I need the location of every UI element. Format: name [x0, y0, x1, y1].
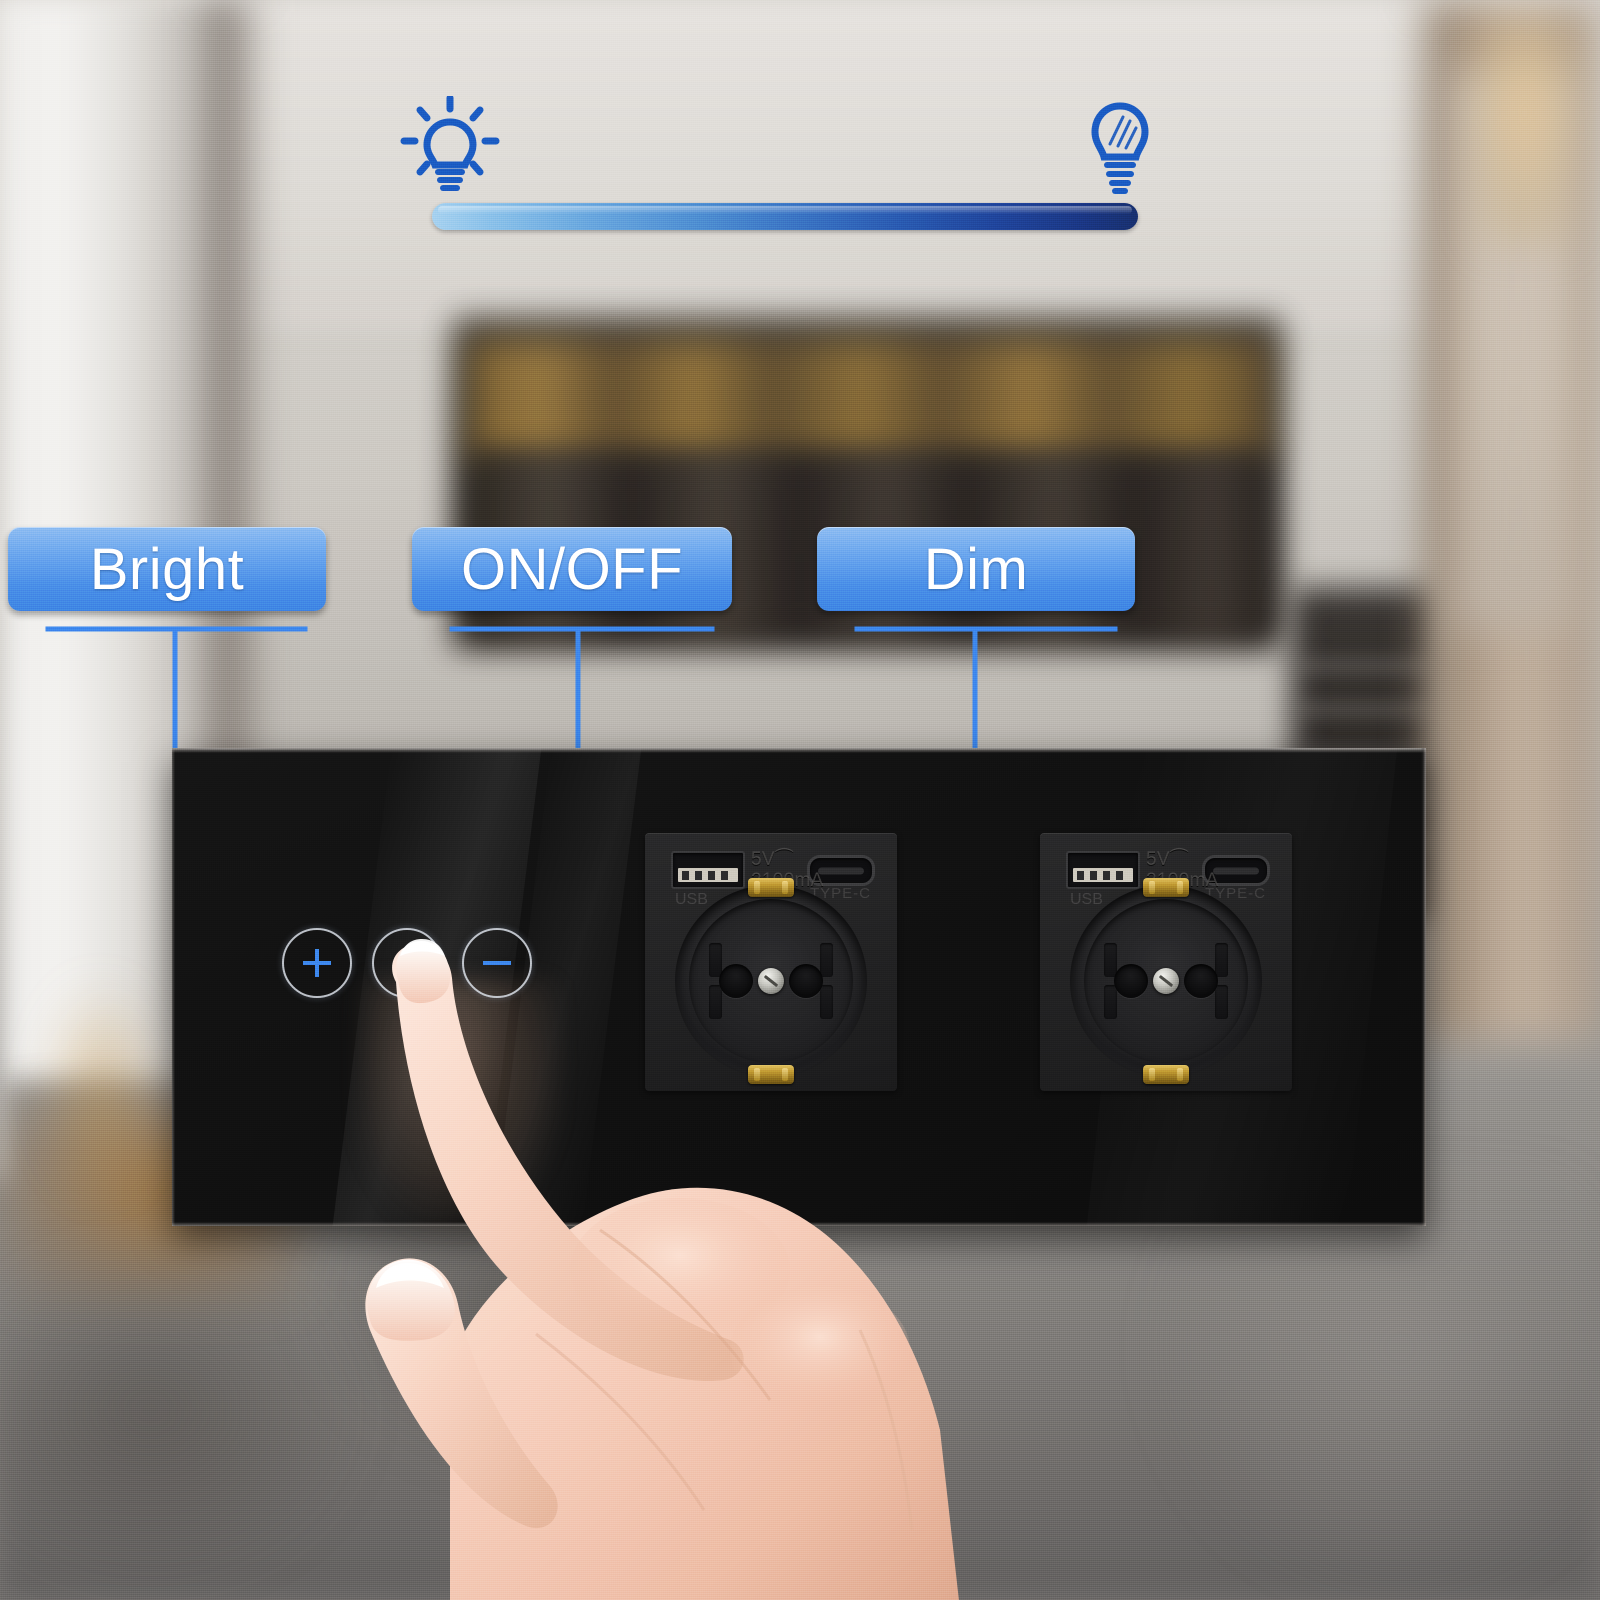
knuckle-highlight-2 [730, 1286, 910, 1414]
brightness-slider-graphic [0, 0, 1600, 260]
callout-onoff-label: ON/OFF [460, 536, 684, 602]
usb-a-port-2[interactable] [1066, 851, 1140, 889]
panel-bevel-top [172, 748, 1426, 753]
schuko-socket-2[interactable] [1070, 878, 1262, 1084]
schuko-center-screw-2 [1153, 968, 1179, 994]
usb-a-pins-1 [682, 871, 728, 880]
hand-pressing-switch [365, 939, 959, 1600]
usb-a-port-1[interactable] [671, 851, 745, 889]
bright-bulb-icon [398, 96, 502, 192]
schuko-guide-tl-2 [1104, 943, 1117, 977]
background-wood-accent-2 [40, 980, 160, 1200]
callout-dim[interactable]: Dim [817, 527, 1135, 611]
schuko-guide-tr-2 [1215, 943, 1228, 977]
usb-logo-2: USB [1070, 891, 1103, 908]
schuko-pin-left-2 [1114, 964, 1148, 998]
schuko-pin-right-2 [1184, 964, 1218, 998]
product-showcase-image: Bright ON/OFF Dim 5V⏜ USB TYPE-C 5V⏜ USB… [0, 0, 1600, 1600]
callout-bright-label: Bright [89, 536, 245, 602]
callout-onoff[interactable]: ON/OFF [412, 527, 732, 611]
background-sofa-right [1150, 1180, 1600, 1600]
schuko-recess-2 [1084, 899, 1248, 1063]
panel-bevel-right [1421, 748, 1426, 1226]
schuko-earth-clip-top-1 [748, 878, 794, 897]
schuko-earth-clip-top-2 [1143, 878, 1189, 897]
callout-dim-label: Dim [923, 536, 1029, 602]
dim-bulb-icon [1085, 102, 1155, 194]
schuko-guide-br-2 [1215, 985, 1228, 1019]
brightness-gradient-bar[interactable] [432, 203, 1138, 230]
usb-a-pins-2 [1077, 871, 1123, 880]
schuko-guide-bl-2 [1104, 985, 1117, 1019]
socket-module-2[interactable]: 5V⏜ 2100mA USB TYPE-C [1040, 833, 1292, 1091]
usb-spec-line-1: 5V⏜ [1146, 849, 1189, 870]
usb-spec-line-1: 5V⏜ [751, 849, 794, 870]
usb-logo-1: USB [675, 891, 708, 908]
callout-bright[interactable]: Bright [8, 527, 326, 611]
schuko-earth-clip-bottom-2 [1143, 1065, 1189, 1084]
background-cabinet-warm [470, 340, 1270, 460]
panel-bevel-left [172, 748, 175, 1226]
